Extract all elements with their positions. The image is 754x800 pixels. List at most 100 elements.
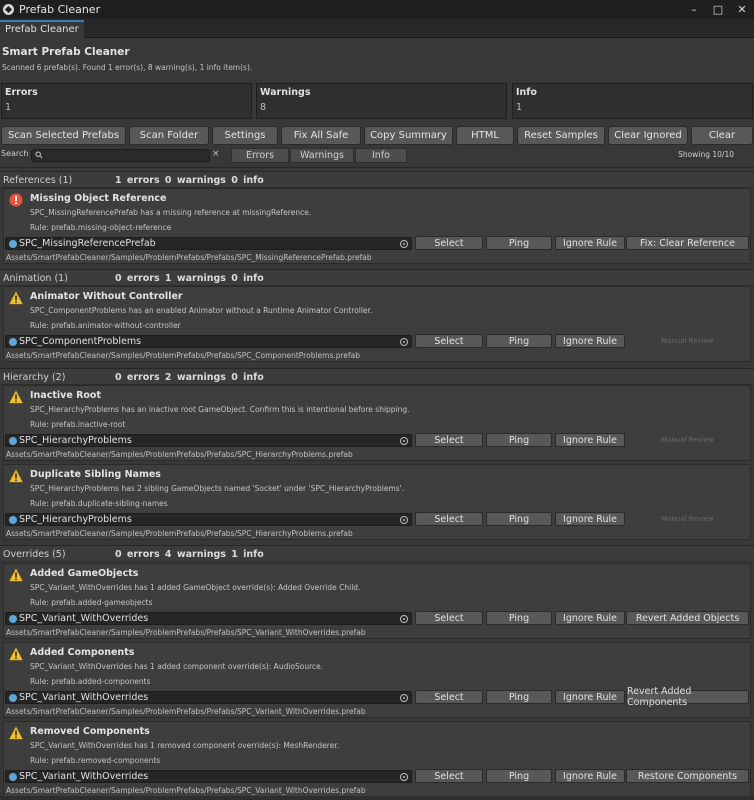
ignore-rule-button[interactable]: Ignore Rule [555,334,625,348]
fix-action-button[interactable]: Revert Added Components [626,686,749,708]
object-name: SPC_HierarchyProblems [19,514,132,525]
issue-message: SPC_Variant_WithOverrides has 1 added Ga… [30,583,361,592]
select-button[interactable]: Select [415,334,483,348]
issue-title: Duplicate Sibling Names [30,469,161,480]
clear-ignored-button[interactable]: Clear Ignored [608,126,688,145]
select-button[interactable]: Select [415,769,483,783]
warning-icon [9,647,23,661]
filter-info-tab[interactable]: Info [355,148,407,163]
object-name: SPC_Variant_WithOverrides [19,692,149,703]
fix-all-safe-button[interactable]: Fix All Safe [281,126,361,145]
search-icon [35,151,43,159]
tab-prefab-cleaner[interactable]: Prefab Cleaner [0,20,84,38]
issue-rule: Rule: prefab.missing-object-reference [30,223,172,232]
object-field[interactable]: SPC_MissingReferencePrefab [5,237,412,250]
reset-samples-button[interactable]: Reset Samples [517,126,605,145]
asset-path: Assets/SmartPrefabCleaner/Samples/Proble… [6,529,353,538]
summary-value: 1 [5,102,12,113]
prefab-icon [9,516,17,524]
ping-button[interactable]: Ping [486,512,552,526]
object-field[interactable]: SPC_Variant_WithOverrides [5,770,412,783]
html-export-button[interactable]: HTML [456,126,514,145]
select-button[interactable]: Select [415,611,483,625]
filter-warnings-tab[interactable]: Warnings [290,148,354,163]
summary-info: Info 1 [512,83,753,119]
scan-selected-prefabs-button[interactable]: Scan Selected Prefabs [1,126,126,145]
select-button[interactable]: Select [415,236,483,250]
select-button[interactable]: Select [415,690,483,704]
maximize-button[interactable]: □ [706,0,730,19]
ping-button[interactable]: Ping [486,611,552,625]
group-counts: 0 errors 2 warnings 0 info [115,372,264,383]
ignore-rule-button[interactable]: Ignore Rule [555,690,625,704]
object-field[interactable]: SPC_ComponentProblems [5,335,412,348]
asset-path: Assets/SmartPrefabCleaner/Samples/Proble… [6,450,353,459]
search-input[interactable] [31,149,210,162]
summary-warnings: Warnings 8 [256,83,507,119]
ping-button[interactable]: Ping [486,433,552,447]
group-header-hierarchy[interactable]: Hierarchy (2) 0 errors 2 warnings 0 info [0,368,754,385]
object-name: SPC_Variant_WithOverrides [19,613,149,624]
separator [0,167,754,168]
object-field[interactable]: SPC_Variant_WithOverrides [5,691,412,704]
issue-title: Removed Components [30,726,150,737]
ping-button[interactable]: Ping [486,236,552,250]
object-picker-icon[interactable] [400,437,408,445]
object-picker-icon[interactable] [400,516,408,524]
issue-card: Removed Components SPC_Variant_WithOverri… [3,721,751,797]
object-picker-icon[interactable] [400,694,408,702]
object-picker-icon[interactable] [400,240,408,248]
object-picker-icon[interactable] [400,615,408,623]
summary-value: 8 [260,102,267,113]
scan-folder-button[interactable]: Scan Folder [129,126,209,145]
minimize-button[interactable]: – [682,0,706,19]
ignore-rule-button[interactable]: Ignore Rule [555,236,625,250]
close-button[interactable]: ✕ [730,0,754,19]
manual-review-label: Manual Review [661,515,714,523]
object-field[interactable]: SPC_Variant_WithOverrides [5,612,412,625]
asset-path: Assets/SmartPrefabCleaner/Samples/Proble… [6,707,366,716]
warning-icon [9,390,23,404]
issue-rule: Rule: prefab.duplicate-sibling-names [30,499,168,508]
fix-action-button[interactable]: Fix: Clear Reference [626,236,749,250]
group-header-references[interactable]: References (1) 1 errors 0 warnings 0 inf… [0,171,754,188]
manual-review-label: Manual Review [661,337,714,345]
select-button[interactable]: Select [415,512,483,526]
fix-action-button[interactable]: Restore Components [626,769,749,783]
group-name: Hierarchy (2) [3,372,66,383]
ping-button[interactable]: Ping [486,690,552,704]
ping-button[interactable]: Ping [486,334,552,348]
group-header-animation[interactable]: Animation (1) 0 errors 1 warnings 0 info [0,269,754,286]
object-name: SPC_HierarchyProblems [19,435,132,446]
window-title: Prefab Cleaner [19,3,101,16]
ignore-rule-button[interactable]: Ignore Rule [555,512,625,526]
search-clear-button[interactable]: × [212,149,220,159]
object-picker-icon[interactable] [400,773,408,781]
ignore-rule-button[interactable]: Ignore Rule [555,611,625,625]
object-picker-icon[interactable] [400,338,408,346]
fix-action-button[interactable]: Revert Added Objects [626,611,749,625]
object-field[interactable]: SPC_HierarchyProblems [5,513,412,526]
prefab-icon [9,773,17,781]
issue-title: Inactive Root [30,390,101,401]
ping-button[interactable]: Ping [486,769,552,783]
page-title: Smart Prefab Cleaner [2,46,130,58]
window-titlebar: Prefab Cleaner – □ ✕ [0,0,754,19]
issue-title: Animator Without Controller [30,291,183,302]
settings-button[interactable]: Settings [212,126,278,145]
issue-rule: Rule: prefab.removed-components [30,756,161,765]
group-counts: 0 errors 1 warnings 0 info [115,273,264,284]
group-header-overrides[interactable]: Overrides (5) 0 errors 4 warnings 1 info [0,545,754,562]
copy-summary-button[interactable]: Copy Summary [364,126,453,145]
filter-errors-tab[interactable]: Errors [231,148,289,163]
ignore-rule-button[interactable]: Ignore Rule [555,433,625,447]
scan-status: Scanned 6 prefab(s). Found 1 error(s), 8… [2,63,253,72]
prefab-icon [9,615,17,623]
group-counts: 1 errors 0 warnings 0 info [115,175,264,186]
clear-button[interactable]: Clear [691,126,753,145]
select-button[interactable]: Select [415,433,483,447]
issue-message: SPC_ComponentProblems has an enabled Ani… [30,306,373,315]
issue-message: SPC_MissingReferencePrefab has a missing… [30,208,312,217]
object-field[interactable]: SPC_HierarchyProblems [5,434,412,447]
ignore-rule-button[interactable]: Ignore Rule [555,769,625,783]
